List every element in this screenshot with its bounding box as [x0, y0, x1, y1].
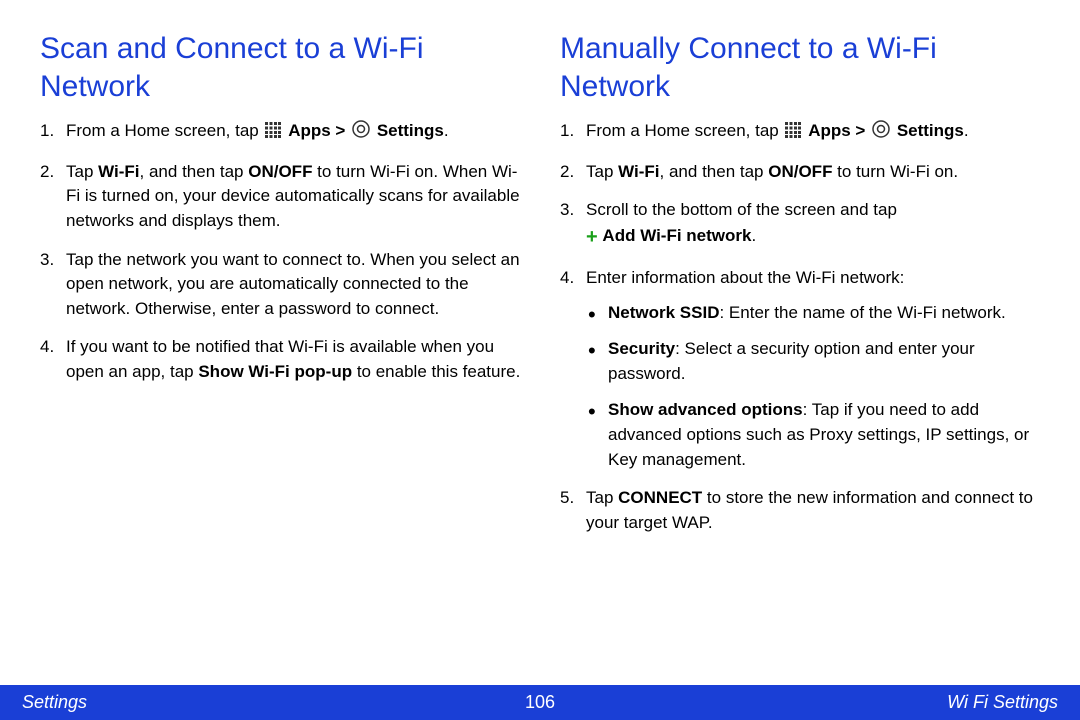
text: Scroll to the bottom of the screen and t… — [586, 200, 897, 219]
text: . — [964, 121, 969, 140]
text: Tap — [586, 162, 618, 181]
settings-label: Settings — [897, 121, 964, 140]
right-step-1: From a Home screen, tap Apps > Settings. — [560, 119, 1050, 146]
left-step-1: From a Home screen, tap Apps > Settings. — [40, 119, 530, 146]
left-step-2: Tap Wi-Fi, and then tap ON/OFF to turn W… — [40, 160, 530, 234]
text-bold: CONNECT — [618, 488, 702, 507]
apps-grid-icon — [785, 121, 801, 146]
right-step-2: Tap Wi-Fi, and then tap ON/OFF to turn W… — [560, 160, 1050, 185]
apps-grid-icon — [265, 121, 281, 146]
left-heading: Scan and Connect to a Wi-Fi Network — [40, 30, 530, 105]
text-bold: Wi-Fi — [618, 162, 659, 181]
bullet-security: Security: Select a security option and e… — [586, 337, 1050, 386]
settings-gear-icon — [872, 120, 890, 146]
right-step-3: Scroll to the bottom of the screen and t… — [560, 198, 1050, 252]
text-bold: Show Wi-Fi pop-up — [198, 362, 352, 381]
text: . — [444, 121, 449, 140]
left-step-3: Tap the network you want to connect to. … — [40, 248, 530, 322]
bullet-advanced: Show advanced options: Tap if you need t… — [586, 398, 1050, 472]
right-step-5: Tap CONNECT to store the new information… — [560, 486, 1050, 535]
settings-label: Settings — [377, 121, 444, 140]
text-bold: Wi-Fi — [98, 162, 139, 181]
text-bold: Network SSID — [608, 303, 719, 322]
text-bold: Add Wi-Fi network — [602, 226, 751, 245]
settings-gear-icon — [352, 120, 370, 146]
bullet-ssid: Network SSID: Enter the name of the Wi-F… — [586, 301, 1050, 326]
left-steps: From a Home screen, tap Apps > Settings. — [40, 119, 530, 385]
plus-icon: + — [586, 226, 598, 248]
apps-label: Apps > — [288, 121, 350, 140]
text: Enter information about the Wi-Fi networ… — [586, 268, 904, 287]
text: From a Home screen, tap — [586, 121, 783, 140]
text-bold: ON/OFF — [768, 162, 832, 181]
text: : Enter the name of the Wi-Fi network. — [719, 303, 1005, 322]
left-step-4: If you want to be notified that Wi-Fi is… — [40, 335, 530, 384]
right-heading: Manually Connect to a Wi‑Fi Network — [560, 30, 1050, 105]
footer-left: Settings — [22, 692, 87, 713]
left-column: Scan and Connect to a Wi-Fi Network From… — [40, 30, 530, 685]
right-steps: From a Home screen, tap Apps > Settings. — [560, 119, 1050, 536]
footer-page-number: 106 — [525, 692, 555, 713]
right-column: Manually Connect to a Wi‑Fi Network From… — [560, 30, 1050, 685]
text: From a Home screen, tap — [66, 121, 263, 140]
page-footer: Settings 106 Wi Fi Settings — [0, 685, 1080, 720]
text: to turn Wi-Fi on. — [832, 162, 958, 181]
text: to enable this feature. — [352, 362, 520, 381]
page-content: Scan and Connect to a Wi-Fi Network From… — [0, 0, 1080, 685]
footer-right: Wi Fi Settings — [947, 692, 1058, 713]
text: Tap — [586, 488, 618, 507]
right-step-4: Enter information about the Wi-Fi networ… — [560, 266, 1050, 472]
text-bold: ON/OFF — [248, 162, 312, 181]
text: . — [751, 226, 756, 245]
text-bold: Show advanced options — [608, 400, 803, 419]
text: Tap — [66, 162, 98, 181]
text-bold: Security — [608, 339, 675, 358]
apps-label: Apps > — [808, 121, 870, 140]
text: , and then tap — [660, 162, 769, 181]
text: , and then tap — [140, 162, 249, 181]
right-bullets: Network SSID: Enter the name of the Wi-F… — [586, 301, 1050, 473]
